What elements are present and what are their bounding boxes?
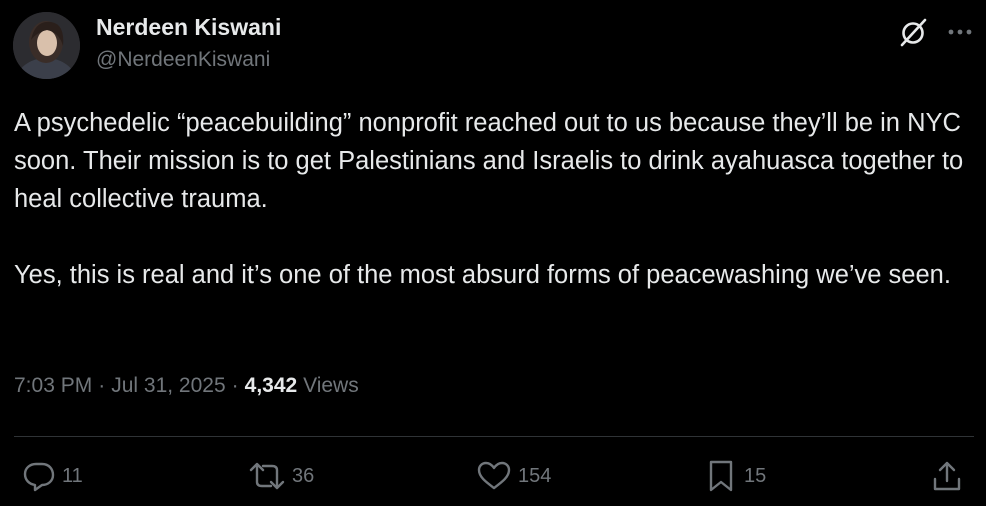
like-icon xyxy=(477,461,511,490)
meta-separator: · xyxy=(98,374,106,397)
reply-count: 11 xyxy=(62,464,83,487)
tweet-paragraph: A psychedelic “peacebuilding” nonprofit … xyxy=(14,109,964,213)
tweet-paragraph: Yes, this is real and it’s one of the mo… xyxy=(14,261,951,289)
repost-button[interactable]: 36 xyxy=(248,458,314,494)
tweet-date[interactable]: Jul 31, 2025 xyxy=(111,374,225,397)
bookmark-count: 15 xyxy=(744,464,767,487)
display-name[interactable]: Nerdeen Kiswani xyxy=(96,14,281,41)
avatar[interactable] xyxy=(13,12,80,79)
tweet-card: Nerdeen Kiswani @NerdeenKiswani A psyche… xyxy=(0,0,986,506)
like-button[interactable]: 154 xyxy=(476,458,551,494)
meta-separator: · xyxy=(231,374,239,397)
tweet-meta: 7:03 PM · Jul 31, 2025 · 4,342 Views xyxy=(14,374,359,398)
user-handle[interactable]: @NerdeenKiswani xyxy=(96,48,270,72)
reply-icon xyxy=(23,462,55,492)
repost-icon xyxy=(249,462,285,490)
views-label: Views xyxy=(303,374,359,397)
like-count: 154 xyxy=(518,464,552,487)
more-icon[interactable] xyxy=(945,18,975,46)
reply-button[interactable]: 11 xyxy=(22,458,83,494)
share-icon xyxy=(933,461,961,491)
share-button[interactable] xyxy=(930,458,964,494)
grok-icon[interactable] xyxy=(898,16,930,48)
tweet-time[interactable]: 7:03 PM xyxy=(14,374,92,397)
views-count[interactable]: 4,342 xyxy=(245,374,298,397)
divider xyxy=(14,436,974,437)
tweet-text: A psychedelic “peacebuilding” nonprofit … xyxy=(14,104,974,294)
repost-count: 36 xyxy=(292,464,315,487)
bookmark-icon xyxy=(709,460,733,492)
avatar-image xyxy=(13,12,80,79)
bookmark-button[interactable]: 15 xyxy=(704,458,766,494)
